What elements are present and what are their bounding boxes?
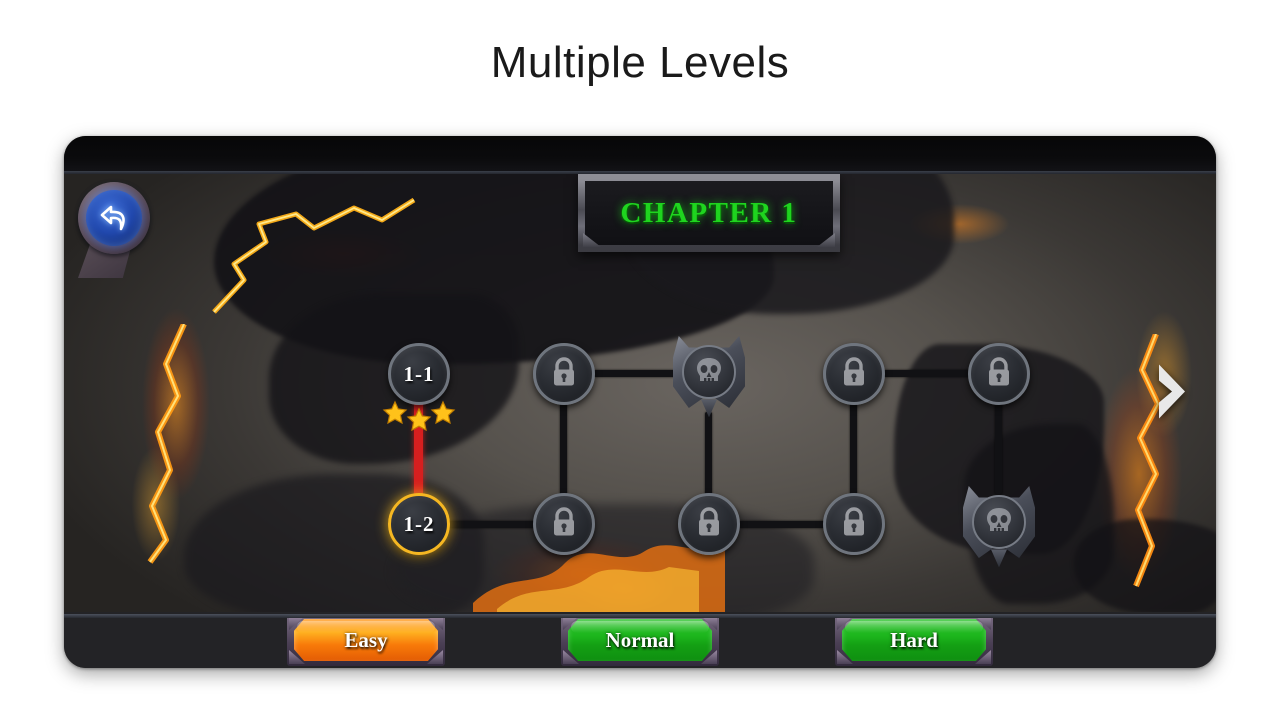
level-node-locked-4[interactable]: [533, 493, 595, 555]
back-button[interactable]: [70, 176, 158, 278]
next-page-button[interactable]: [1154, 363, 1188, 426]
level-node-label: 1-1: [403, 361, 435, 386]
level-node-1-1[interactable]: 1-1: [388, 343, 450, 405]
path-n7-to-n8: [850, 402, 857, 496]
game-screenshot-panel: CHAPTER 1 1-1 1-2 Easy Normal Hard: [64, 136, 1216, 668]
level-node-locked-8[interactable]: [823, 493, 885, 555]
lock-icon: [551, 356, 577, 392]
difficulty-label: Easy: [344, 627, 388, 652]
lock-icon: [551, 506, 577, 542]
path-n7-to-n9: [884, 370, 972, 377]
boss-node-1[interactable]: [673, 336, 745, 418]
path-1-2-to-n4: [449, 521, 537, 528]
path-n3-to-n4: [560, 402, 567, 496]
boss-node-2[interactable]: [963, 486, 1035, 568]
path-n6-to-n8: [739, 521, 827, 528]
path-1-1-to-1-2: [414, 400, 423, 500]
path-n9-to-boss2: [995, 402, 1002, 494]
difficulty-button-normal[interactable]: Normal: [561, 614, 719, 666]
difficulty-bar: Easy Normal Hard: [64, 612, 1216, 668]
lock-icon: [841, 506, 867, 542]
path-n3-to-boss1: [594, 370, 676, 377]
level-node-locked-6[interactable]: [678, 493, 740, 555]
level-node-1-2[interactable]: 1-2: [388, 493, 450, 555]
level-node-locked-9[interactable]: [968, 343, 1030, 405]
chapter-title: CHAPTER 1: [620, 196, 798, 229]
chevron-right-icon: [1154, 364, 1188, 425]
boss-node-tail: [991, 549, 1007, 568]
skull-icon: [694, 355, 724, 390]
boss-node-disc: [972, 495, 1026, 549]
difficulty-label: Normal: [605, 627, 675, 652]
lock-icon: [986, 356, 1012, 392]
level-map-stage: CHAPTER 1 1-1 1-2: [64, 174, 1216, 614]
stage-divider: [64, 614, 1216, 618]
slide-root: Multiple Levels CHAPTER 1 1-1 1-2 Easy N…: [0, 0, 1280, 720]
level-node-locked-3[interactable]: [533, 343, 595, 405]
difficulty-label: Hard: [890, 627, 938, 652]
skull-icon: [984, 505, 1014, 540]
back-arrow-icon: [86, 190, 142, 246]
boss-node-tail: [701, 399, 717, 418]
level-node-label: 1-2: [403, 511, 435, 536]
lock-icon: [841, 356, 867, 392]
chapter-banner: CHAPTER 1: [578, 174, 840, 252]
difficulty-button-easy[interactable]: Easy: [287, 614, 445, 666]
level-node-locked-7[interactable]: [823, 343, 885, 405]
panel-top-strip: [64, 136, 1216, 174]
lock-icon: [696, 506, 722, 542]
path-boss1-to-n6: [705, 412, 712, 496]
difficulty-button-hard[interactable]: Hard: [835, 614, 993, 666]
boss-node-disc: [682, 345, 736, 399]
page-title: Multiple Levels: [490, 38, 790, 87]
